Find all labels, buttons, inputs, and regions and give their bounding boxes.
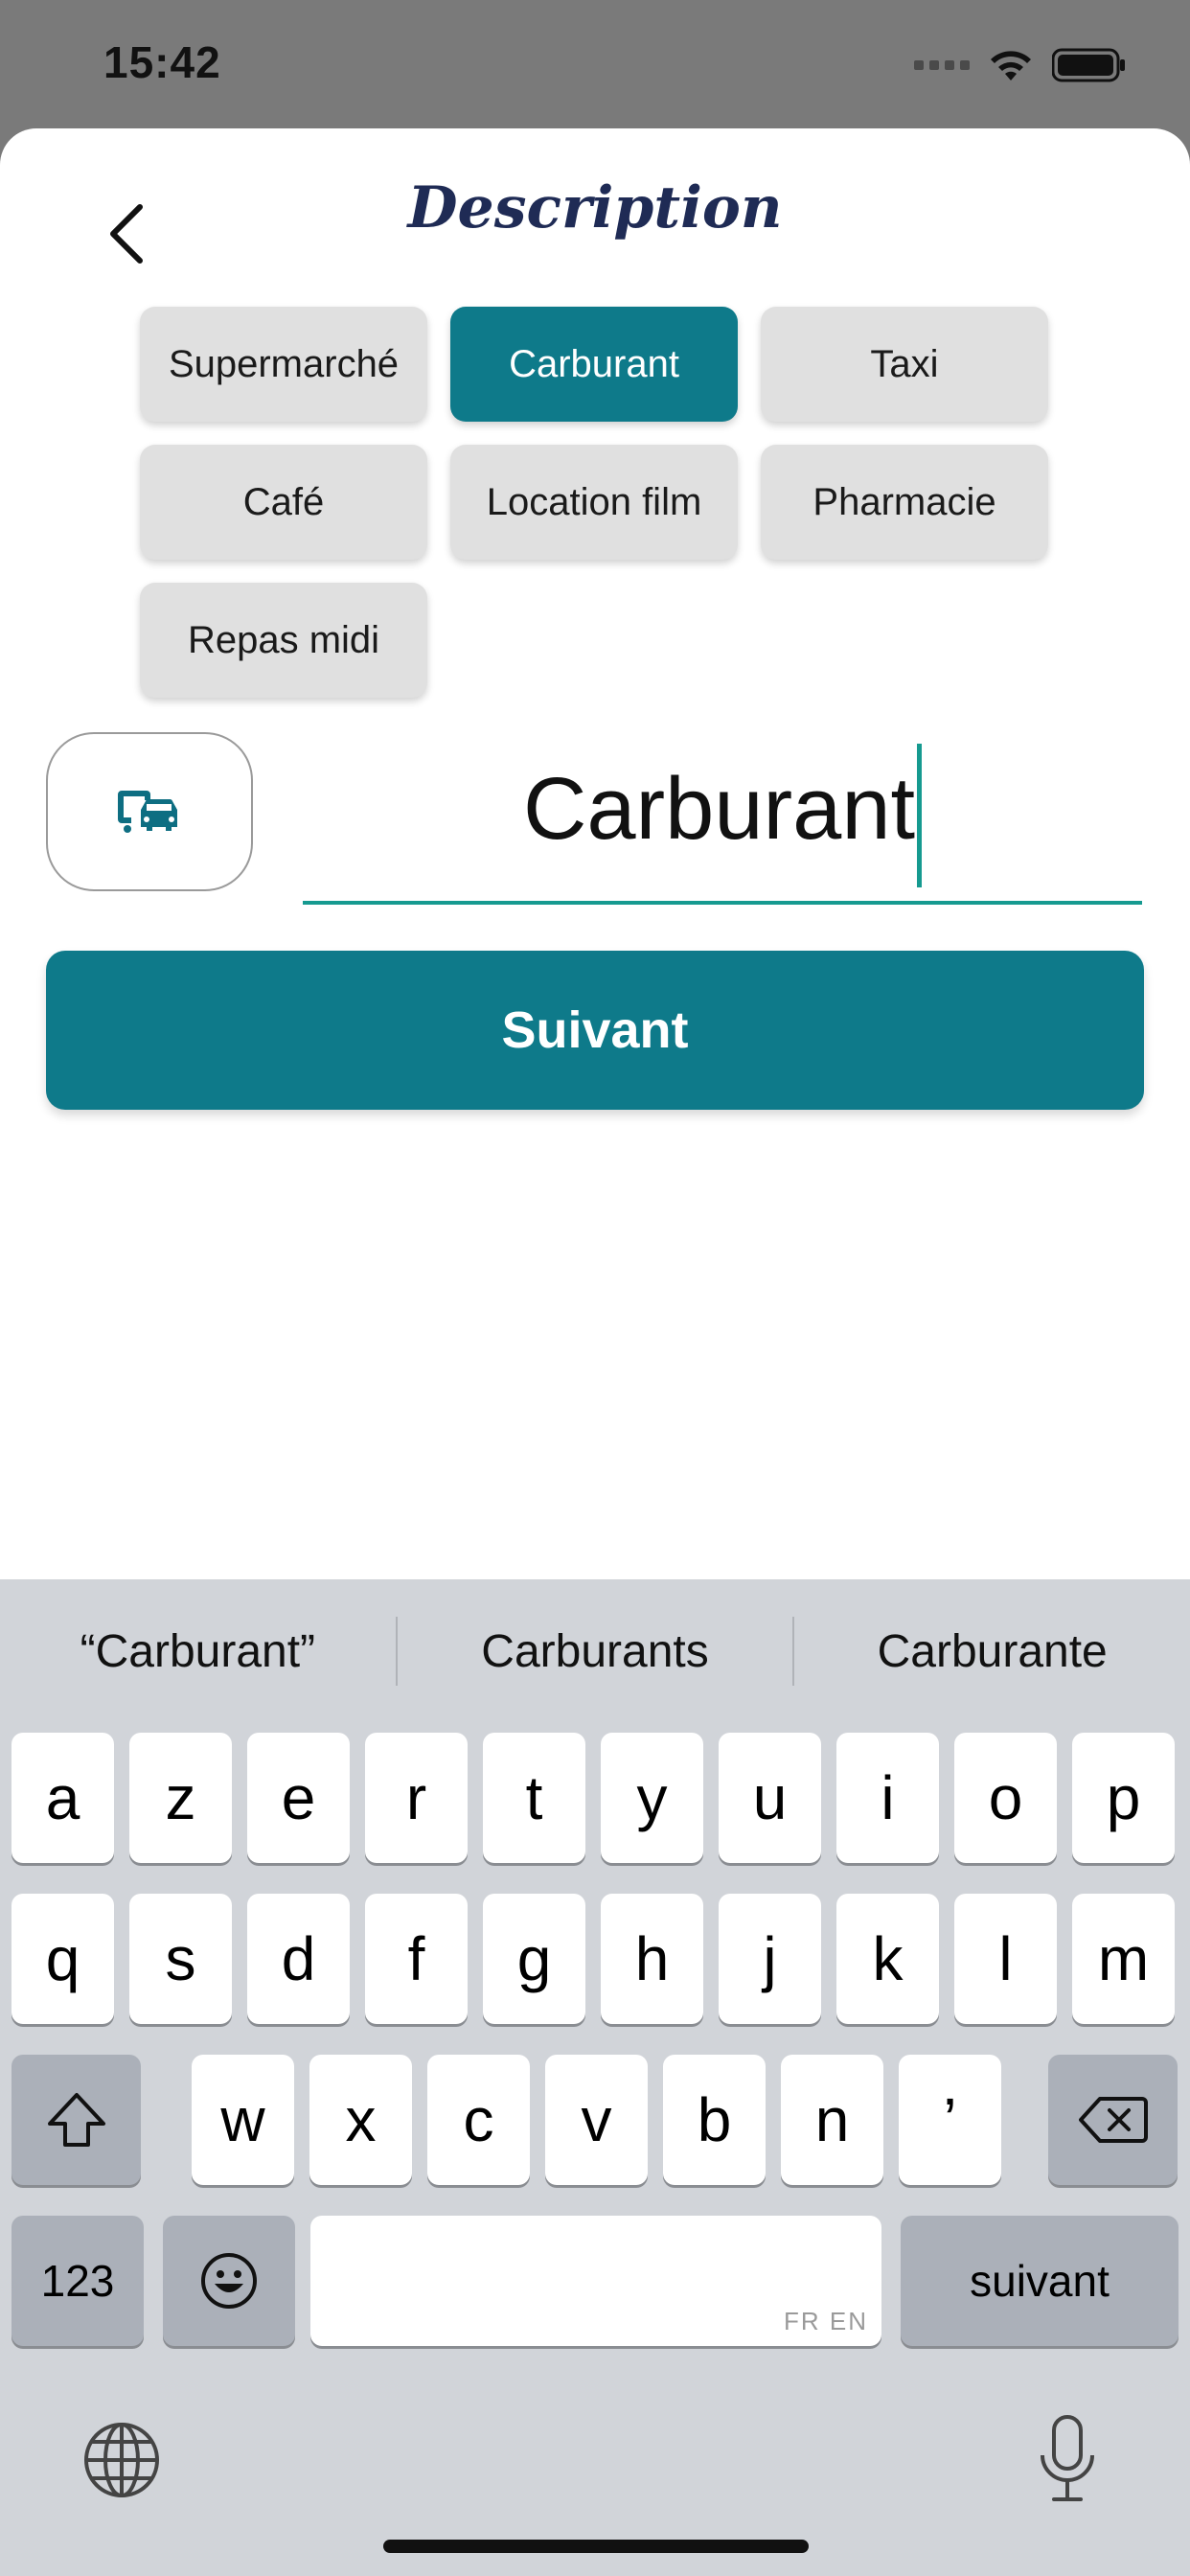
cellular-signal-icon bbox=[914, 60, 970, 70]
wifi-icon bbox=[991, 51, 1031, 80]
battery-icon bbox=[1052, 48, 1125, 82]
key-m[interactable]: m bbox=[1072, 1894, 1175, 2024]
chip-carburant[interactable]: Carburant bbox=[450, 307, 738, 422]
category-icon-button[interactable] bbox=[46, 732, 253, 891]
status-bar: 15:42 bbox=[0, 0, 1190, 125]
key-d[interactable]: d bbox=[247, 1894, 350, 2024]
suggestion-bar: “Carburant” Carburants Carburante bbox=[0, 1579, 1190, 1723]
suggestion-item[interactable]: Carburants bbox=[398, 1625, 793, 1678]
chip-taxi[interactable]: Taxi bbox=[761, 307, 1048, 422]
description-value: Carburant bbox=[522, 760, 916, 858]
page-title: Description bbox=[407, 174, 783, 242]
microphone-icon[interactable] bbox=[1037, 2413, 1098, 2505]
key-s[interactable]: s bbox=[129, 1894, 232, 2024]
chip-supermarche[interactable]: Supermarché bbox=[140, 307, 427, 422]
key-u[interactable]: u bbox=[719, 1733, 821, 1863]
chip-location-film[interactable]: Location film bbox=[450, 445, 738, 560]
key-x[interactable]: x bbox=[309, 2055, 412, 2185]
key-a[interactable]: a bbox=[11, 1733, 114, 1863]
keyboard: “Carburant” Carburants Carburante a z e … bbox=[0, 1579, 1190, 2576]
suggestion-item[interactable]: “Carburant” bbox=[0, 1625, 396, 1678]
key-y[interactable]: y bbox=[601, 1733, 703, 1863]
key-b[interactable]: b bbox=[663, 2055, 766, 2185]
return-key[interactable]: suivant bbox=[901, 2216, 1179, 2346]
key-r[interactable]: r bbox=[365, 1733, 468, 1863]
next-button[interactable]: Suivant bbox=[46, 951, 1144, 1110]
chip-pharmacie[interactable]: Pharmacie bbox=[761, 445, 1048, 560]
text-caret bbox=[917, 743, 923, 887]
status-time: 15:42 bbox=[103, 37, 221, 87]
chip-cafe[interactable]: Café bbox=[140, 445, 427, 560]
key-h[interactable]: h bbox=[601, 1894, 703, 2024]
shift-icon bbox=[47, 2093, 105, 2147]
category-chips: Supermarché Carburant Taxi Café Location… bbox=[140, 307, 1050, 698]
key-n[interactable]: n bbox=[781, 2055, 883, 2185]
backspace-icon bbox=[1078, 2097, 1148, 2143]
key-q[interactable]: q bbox=[11, 1894, 114, 2024]
key-l[interactable]: l bbox=[954, 1894, 1057, 2024]
backspace-key[interactable] bbox=[1048, 2055, 1178, 2185]
home-indicator bbox=[383, 2540, 809, 2553]
key-o[interactable]: o bbox=[954, 1733, 1057, 1863]
space-key[interactable]: FR EN bbox=[310, 2216, 881, 2346]
key-g[interactable]: g bbox=[483, 1894, 585, 2024]
shift-key[interactable] bbox=[11, 2055, 141, 2185]
key-j[interactable]: j bbox=[719, 1894, 821, 2024]
key-z[interactable]: z bbox=[129, 1733, 232, 1863]
key-k[interactable]: k bbox=[836, 1894, 939, 2024]
key-v[interactable]: v bbox=[545, 2055, 648, 2185]
key-f[interactable]: f bbox=[365, 1894, 468, 2024]
key-c[interactable]: c bbox=[427, 2055, 530, 2185]
key-w[interactable]: w bbox=[192, 2055, 294, 2185]
space-language-label: FR EN bbox=[784, 2307, 868, 2335]
key-i[interactable]: i bbox=[836, 1733, 939, 1863]
suggestion-item[interactable]: Carburante bbox=[794, 1625, 1190, 1678]
globe-icon[interactable] bbox=[82, 2421, 161, 2499]
key-apostrophe[interactable]: ’ bbox=[899, 2055, 1001, 2185]
status-icons bbox=[914, 46, 1127, 84]
chip-repas-midi[interactable]: Repas midi bbox=[140, 583, 427, 698]
emoji-icon bbox=[201, 2253, 257, 2309]
transport-icon bbox=[118, 791, 177, 833]
description-input[interactable]: Carburant bbox=[303, 732, 1142, 905]
key-e[interactable]: e bbox=[247, 1733, 350, 1863]
numbers-key[interactable]: 123 bbox=[11, 2216, 144, 2346]
key-t[interactable]: t bbox=[483, 1733, 585, 1863]
emoji-key[interactable] bbox=[163, 2216, 295, 2346]
key-p[interactable]: p bbox=[1072, 1733, 1175, 1863]
